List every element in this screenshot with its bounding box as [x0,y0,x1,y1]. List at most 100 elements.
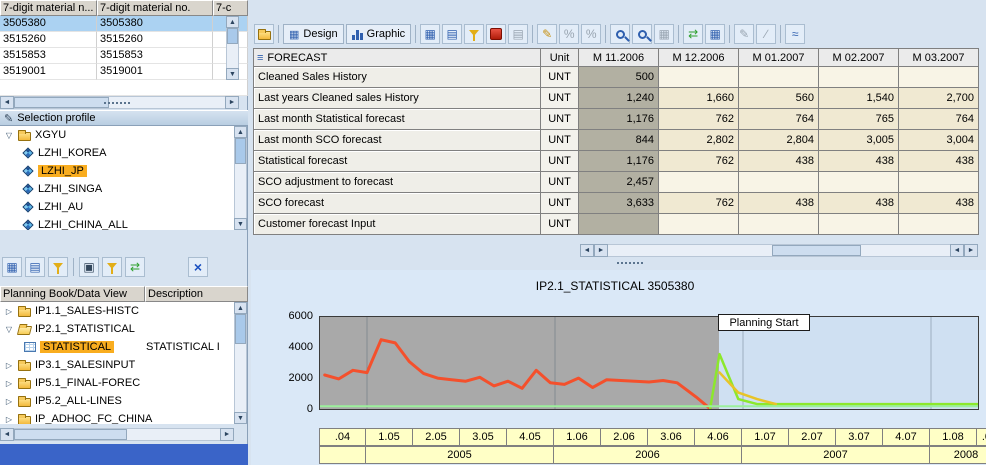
unit-cell[interactable]: UNT [541,214,579,235]
value-cell[interactable]: 438 [739,151,819,172]
tree-node-label[interactable]: IP2.1_STATISTICAL [35,323,135,335]
value-cell[interactable]: 764 [899,109,979,130]
value-cell[interactable]: 438 [739,193,819,214]
value-cell[interactable]: 3,633 [579,193,659,214]
value-cell[interactable]: 2,802 [659,130,739,151]
unit-cell[interactable]: UNT [541,109,579,130]
material-cell[interactable]: 3505380 [0,16,97,32]
unit-cell[interactable]: UNT [541,130,579,151]
value-cell[interactable]: 500 [579,67,659,88]
period-header-cell[interactable]: M 11.2006 [579,49,659,67]
grid-icon[interactable]: ▦ [420,24,440,44]
tree-node-ip51[interactable]: ▷ IP5.1_FINAL-FOREC [0,374,234,392]
row-label-cell[interactable]: Customer forecast Input [254,214,541,235]
fix-cell-icon[interactable] [486,24,506,44]
value-cell[interactable]: 2,457 [579,172,659,193]
row-label-cell[interactable]: Cleaned Sales History [254,67,541,88]
value-cell[interactable]: 1,660 [659,88,739,109]
value-cell[interactable] [899,172,979,193]
material-cell[interactable]: 3515260 [0,32,97,48]
open-icon[interactable] [254,24,274,44]
value-cell[interactable]: 1,176 [579,151,659,172]
tree-node-statistical-view[interactable]: STATISTICAL STATISTICAL I [0,338,234,356]
value-cell[interactable]: 765 [819,109,899,130]
zoom-out-icon[interactable] [632,24,652,44]
material-cell[interactable]: 3515853 [0,48,97,64]
material-row[interactable]: 3515260 3515260 [0,32,248,48]
tree-node-label[interactable]: LZHI_AU [38,201,83,213]
tree-node-ip21[interactable]: ▽ IP2.1_STATISTICAL [0,320,234,338]
scroll-track[interactable] [14,428,220,441]
material-cell[interactable]: 3515260 [97,32,213,48]
value-cell[interactable]: 1,176 [579,109,659,130]
percent-icon[interactable]: % [581,24,601,44]
tree-node-lzhi-jp[interactable]: LZHI_JP [0,162,234,180]
expand-closed-icon[interactable]: ▷ [4,307,14,316]
expand-closed-icon[interactable]: ▷ [4,397,14,406]
period-hscrollbar[interactable]: ◄ ► ◄ ► [580,244,978,257]
material-col-header-1[interactable]: 7-digit material n... [0,0,97,16]
table-display-icon[interactable]: ▤ [25,257,45,277]
material-cell[interactable]: 3519001 [97,64,213,80]
planning-tree-vscrollbar[interactable]: ▲ ▼ [234,302,247,424]
tree-node-label-selected[interactable]: LZHI_JP [38,165,87,177]
value-cell[interactable] [659,214,739,235]
planning-book-col-header[interactable]: Planning Book/Data View [0,286,145,302]
scroll-up-icon[interactable]: ▲ [234,302,247,314]
scroll-up-icon[interactable]: ▲ [226,16,239,28]
value-cell[interactable] [739,214,819,235]
value-cell[interactable]: 844 [579,130,659,151]
tree-node-label[interactable]: IP5.2_ALL-LINES [35,395,122,407]
scroll-thumb[interactable] [14,429,127,440]
unit-cell[interactable]: UNT [541,172,579,193]
tree-node-lzhi-china-all[interactable]: LZHI_CHINA_ALL [0,216,234,230]
tree-node-label[interactable]: LZHI_SINGA [38,183,102,195]
filter-icon[interactable] [48,257,68,277]
row-label-cell[interactable]: SCO adjustment to forecast [254,172,541,193]
value-cell[interactable]: 762 [659,193,739,214]
unit-cell[interactable]: UNT [541,88,579,109]
exchange-icon[interactable]: ⇄ [683,24,703,44]
value-cell[interactable]: 2,804 [739,130,819,151]
expand-open-icon[interactable]: ▽ [4,131,14,140]
value-cell[interactable]: 438 [819,151,899,172]
row-label-cell[interactable]: Statistical forecast [254,151,541,172]
scroll-track[interactable] [234,138,247,218]
material-cell[interactable]: 3515853 [97,48,213,64]
grid-display-icon[interactable]: ▦ [705,24,725,44]
description-col-header[interactable]: Description [145,286,248,302]
scroll-track[interactable] [608,244,950,257]
row-label-cell[interactable]: Last month Statistical forecast [254,109,541,130]
table-settings-icon[interactable]: ▦ [654,24,674,44]
scroll-left-icon[interactable]: ◄ [0,428,14,441]
tree-node-xgyu[interactable]: ▽ XGYU [0,126,234,144]
value-cell[interactable] [819,67,899,88]
value-cell[interactable]: 3,004 [899,130,979,151]
scroll-thumb[interactable] [772,245,861,256]
pencil-icon[interactable]: ✎ [734,24,754,44]
scroll-thumb[interactable] [235,314,246,344]
expand-closed-icon[interactable]: ▷ [4,361,14,370]
distribute-percent-icon[interactable]: % [559,24,579,44]
tree-node-label[interactable]: IP5.1_FINAL-FOREC [35,377,140,389]
scroll-thumb[interactable] [14,97,109,108]
exchange-selection-icon[interactable]: ⇄ [125,257,145,277]
scroll-up-icon[interactable]: ▲ [234,126,247,138]
expand-open-icon[interactable]: ▽ [4,325,14,334]
scroll-down-icon[interactable]: ▼ [234,218,247,230]
period-header-cell[interactable]: M 02.2007 [819,49,899,67]
material-row[interactable]: 3505380 3505380 [0,16,248,32]
scroll-down-icon[interactable]: ▼ [226,68,239,80]
filter-icon[interactable] [464,24,484,44]
graphic-button[interactable]: Graphic [346,24,412,44]
value-cell[interactable]: 438 [899,193,979,214]
period-header-cell[interactable]: M 03.2007 [899,49,979,67]
expand-closed-icon[interactable]: ▷ [4,379,14,388]
value-cell[interactable] [739,67,819,88]
scroll-track[interactable] [226,28,239,68]
copy-table-icon[interactable]: ▤ [442,24,462,44]
close-icon[interactable]: × [188,257,208,277]
material-cell[interactable]: 3519001 [0,64,97,80]
value-cell[interactable] [819,214,899,235]
scroll-right-icon[interactable]: ► [220,428,234,441]
